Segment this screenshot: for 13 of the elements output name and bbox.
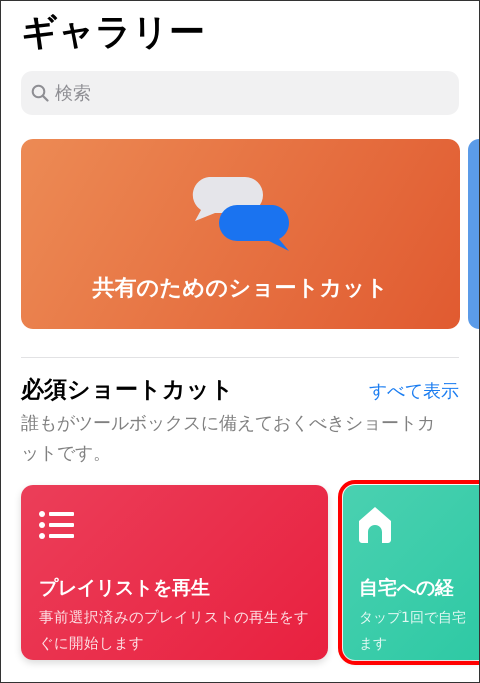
banner-card[interactable]: 共有のためのショートカット [21, 139, 460, 329]
section-description: 誰もがツールボックスに備えておくべきショートカットです。 [21, 412, 436, 466]
section-title: 必須ショートカット [21, 376, 234, 405]
shortcut-title: 自宅への経 [359, 576, 455, 601]
shortcut-title: プレイリストを再生 [39, 576, 211, 601]
next-card[interactable] [468, 139, 479, 329]
see-all-link[interactable]: すべて表示 [369, 379, 459, 403]
page-title: ギャラリー [20, 11, 206, 55]
shortcut-card[interactable]: プレイリストを再生 事前選択済みのプレイリストの再生をすぐに開始します [21, 485, 328, 660]
shortcut-description: 事前選択済みのプレイリストの再生をすぐに開始します [39, 608, 310, 654]
shortcut-description: タップ1回で自宅ます [359, 609, 467, 654]
house-icon [359, 507, 391, 543]
search-field[interactable]: 検索 [21, 71, 459, 115]
